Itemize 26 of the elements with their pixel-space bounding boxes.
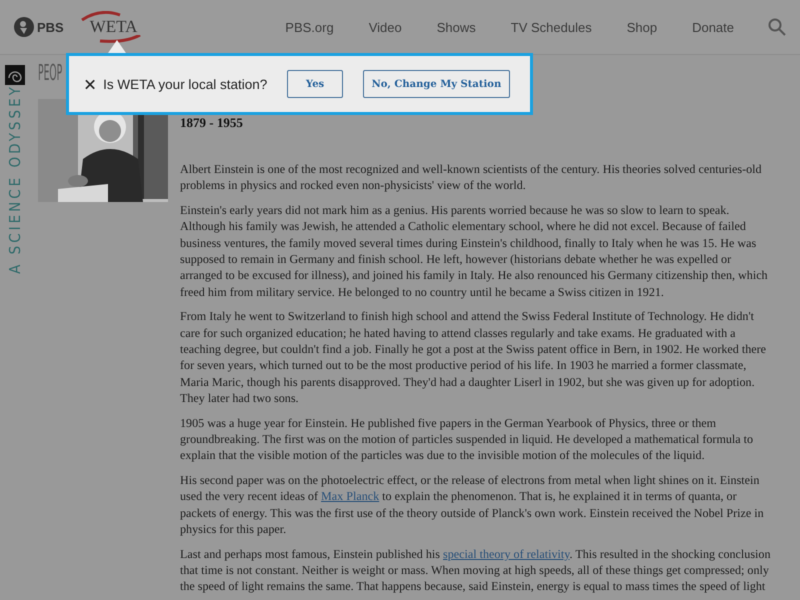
body-paragraph: 1905 was a huge year for Einstein. He published five papers in the German Yearbook of Physics, three or them groundbreaking. The first was on the motion of particles suspended in liquid. He developed a mathematical formula to explain that the visible motion of the particles was due to the invisible motion of the molecules of the liquid. bbox=[180, 414, 754, 464]
close-icon[interactable] bbox=[85, 78, 96, 90]
body-paragraph: Albert Einstein is one of the most recognized and well-known scientists of the century. His theories solved centuries-old problems in physics and rocked even non-physicists' view of the world. bbox=[180, 161, 763, 194]
body-paragraph: His second paper was on the photoelectric effect, or the release of electrons from metal when light shines on it. Einstein used the very recent ideas of Max Planck to explain the phenomenon. That is, he explained it in terms of quanta, or packets of energy. This was the first use of the theory outside of Planck's own work. Einstein received the Nobel Prize in physics for this paper. bbox=[180, 472, 765, 538]
side-title: A SCIENCE ODYSSEY bbox=[6, 84, 24, 274]
spiral-logo-icon bbox=[5, 65, 25, 85]
body-paragraph: From Italy he went to Switzerland to finish high school and attend the Swiss Federal Institute of Technology. He didn't care for such organized education; he hated having to attend classes regularly and take exams. He graduated with a teaching degree, but couldn't find a job. Finally he got a post at the Swiss patent office in Bern, in 1902. He worked there for seven years, which turned out to be the most productive period of his life. In 1903 he married a former classmate, Maria Maric, though his parents disapproved. They'd had a daughter Liserl in 1902, but she was given up for adoption. They later had two sons. bbox=[180, 308, 768, 406]
station-logo-text: WETA bbox=[90, 17, 138, 37]
life-dates: 1879 - 1955 bbox=[180, 115, 244, 131]
nav-link[interactable]: TV Schedules bbox=[510, 20, 592, 34]
confirm-button[interactable]: Yes bbox=[287, 70, 343, 98]
body-paragraph: Einstein's early years did not mark him as a genius. His parents worried because he was so slow to learn to speak. Although his family was Jewish, he attended a Catholic elementary school, where he did not excel. Because of failed business ventures, the family moved several times during Einstein's childhood, finally to Italy when he was 15. He was supposed to remain in Germany and finish school. He left, however (historians debate whether he was expelled or arranged to be excused for illness), and joined his family in Italy. He also renounced his Germany citizenship then, which freed him from military service. He belonged to no country until he became a Swiss citizen in 1921. bbox=[180, 202, 769, 300]
pbs-logo-text: PBS bbox=[37, 20, 64, 34]
text-link[interactable]: special theory of relativity bbox=[443, 546, 570, 561]
nav-link[interactable]: Video bbox=[368, 20, 402, 34]
change-station-button[interactable]: No, Change My Station bbox=[362, 70, 510, 98]
nav-link[interactable]: PBS.org bbox=[285, 20, 334, 34]
nav-link[interactable]: Shows bbox=[436, 20, 476, 34]
body-paragraph: Last and perhaps most famous, Einstein published his special theory of relativity. This resulted in the shocking conclusion that time is not constant. Neither is weight or mass. When moving at high speeds, all of these things get compressed; only the speed of light remains the same. That happens because, said Einstein, energy is equal to mass times the speed of light bbox=[180, 546, 770, 595]
nav-link[interactable]: Donate bbox=[692, 20, 734, 34]
section-heading: PEOP bbox=[38, 62, 62, 86]
pbs-logo-icon bbox=[14, 17, 34, 37]
nav-link[interactable]: Shop bbox=[626, 20, 658, 34]
text-link[interactable]: Max Planck bbox=[321, 489, 380, 504]
search-icon[interactable] bbox=[768, 18, 786, 36]
popup-question: Is WETA your local station? bbox=[103, 76, 268, 92]
